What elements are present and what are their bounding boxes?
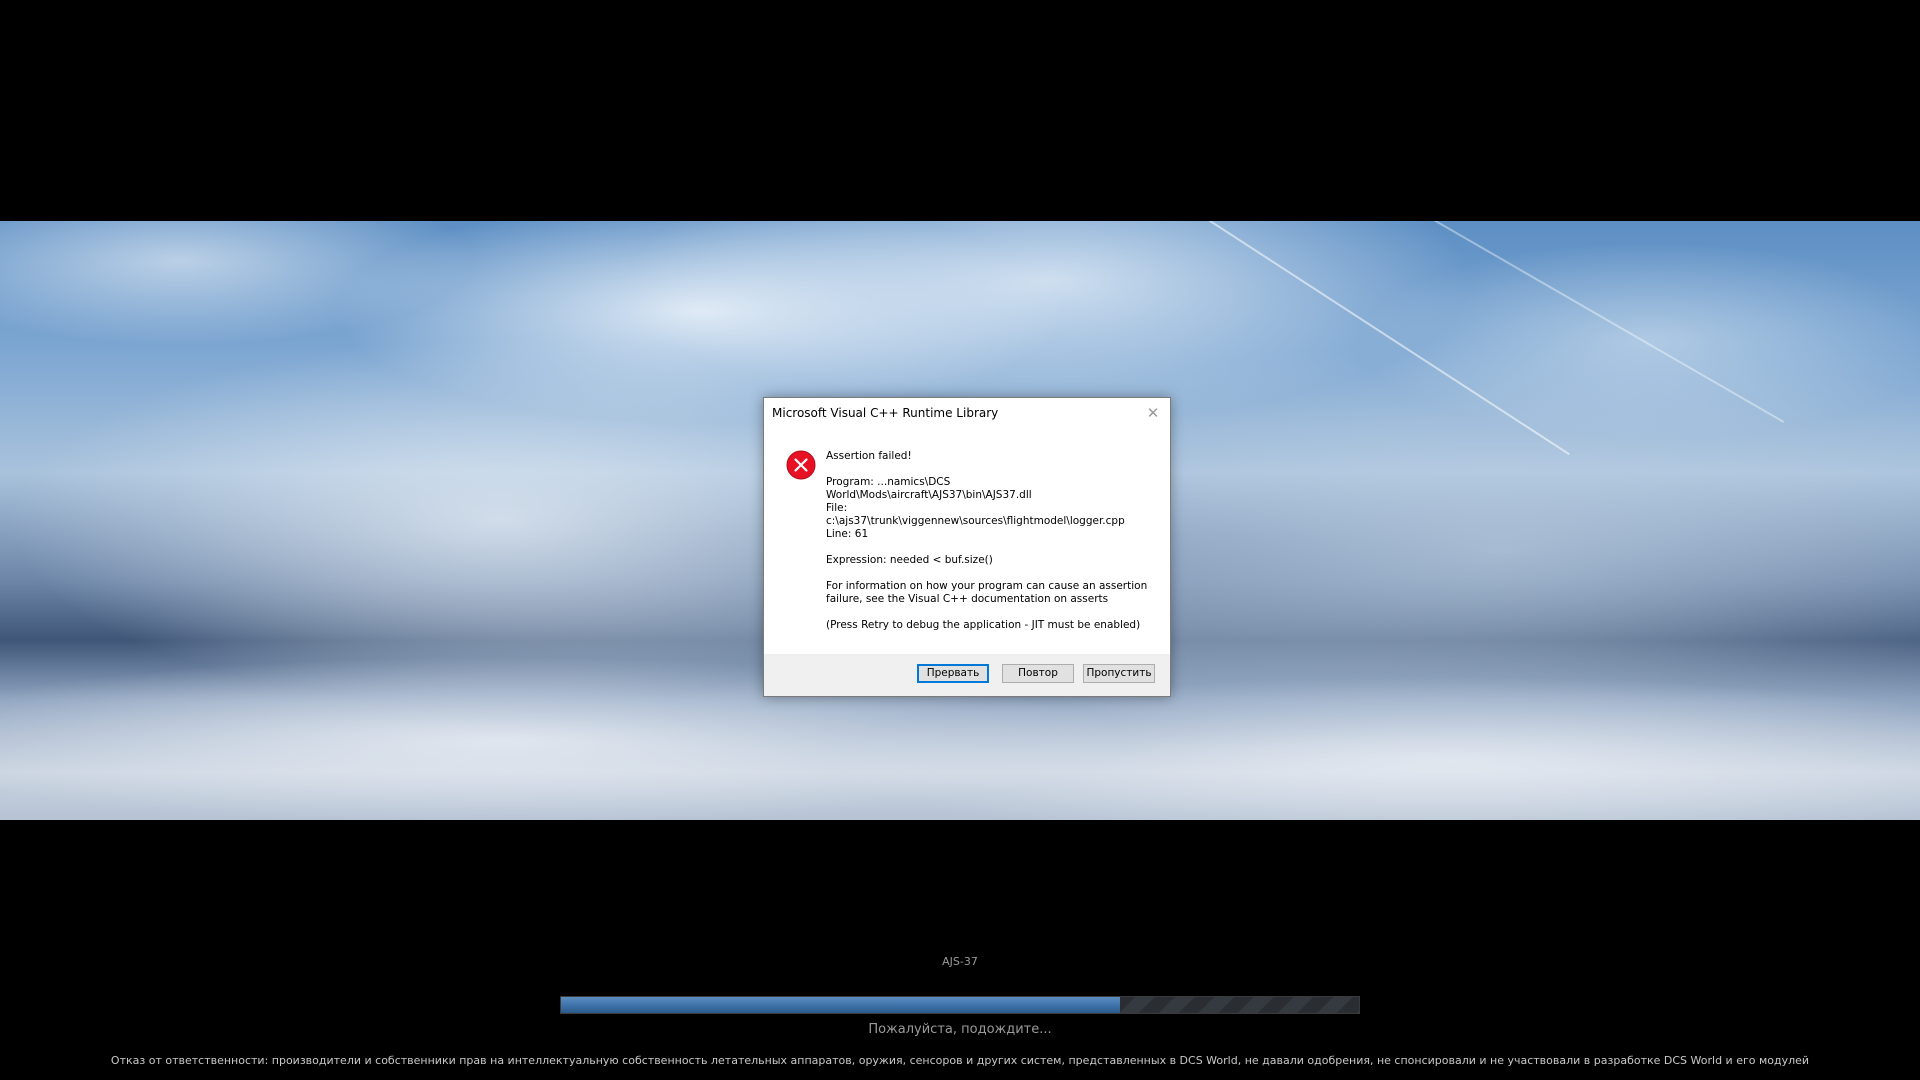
dialog-title: Microsoft Visual C++ Runtime Library (772, 406, 999, 420)
dialog-button-bar: Прервать Повтор Пропустить (764, 654, 1170, 696)
close-button[interactable]: ✕ (1142, 402, 1164, 424)
progress-fill (561, 997, 1120, 1013)
message-line: Expression: needed < buf.size() (826, 554, 993, 566)
retry-button[interactable]: Повтор (1002, 664, 1074, 683)
dialog-titlebar[interactable]: Microsoft Visual C++ Runtime Library ✕ (764, 398, 1170, 428)
assertion-dialog: Microsoft Visual C++ Runtime Library ✕ A… (763, 397, 1171, 697)
message-line: File: (826, 502, 848, 514)
loading-progress-bar (560, 996, 1360, 1014)
message-line: World\Mods\aircraft\AJS37\bin\AJS37.dll (826, 489, 1032, 501)
sun-ray (1149, 221, 1570, 456)
message-line: Assertion failed! (826, 450, 912, 462)
module-name: AJS-37 (942, 955, 978, 968)
message-line: (Press Retry to debug the application - … (826, 619, 1141, 631)
error-icon (786, 450, 816, 480)
dialog-body: Assertion failed! Program: ...namics\DCS… (764, 428, 1170, 634)
message-line: For information on how your program can … (826, 580, 1148, 592)
ignore-button[interactable]: Пропустить (1083, 664, 1155, 683)
message-line: failure, see the Visual C++ documentatio… (826, 593, 1109, 605)
loading-screen: Microsoft Visual C++ Runtime Library ✕ A… (0, 0, 1920, 1080)
message-line: Line: 61 (826, 528, 869, 540)
message-line: c:\ajs37\trunk\viggennew\sources\flightm… (826, 515, 1125, 527)
dialog-message: Assertion failed! Program: ...namics\DCS… (826, 450, 1156, 632)
wait-text: Пожалуйста, подождите... (868, 1022, 1052, 1037)
message-line: Program: ...namics\DCS (826, 476, 951, 488)
abort-button[interactable]: Прервать (917, 664, 989, 683)
disclaimer-text: Отказ от ответственности: производители … (110, 1054, 1810, 1067)
